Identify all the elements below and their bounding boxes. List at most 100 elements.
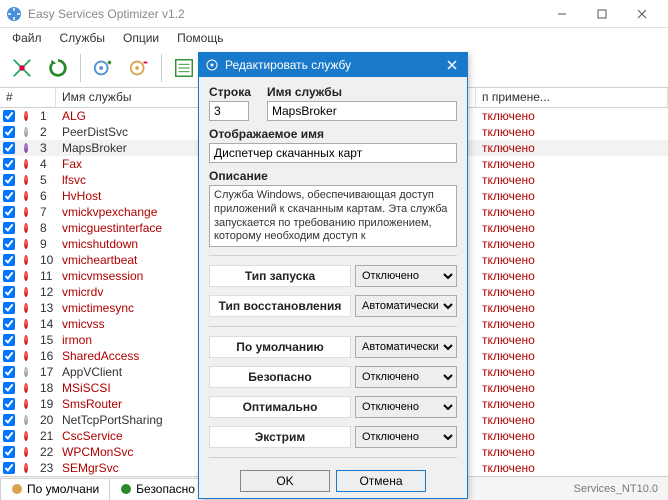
menu-file[interactable]: Файл: [4, 29, 50, 47]
status-text: тключено: [476, 221, 668, 235]
row-checkbox[interactable]: [0, 398, 18, 410]
status-text: тключено: [476, 461, 668, 475]
status-dot: [18, 463, 34, 473]
status-dot: [18, 223, 34, 233]
row-checkbox[interactable]: [0, 254, 18, 266]
col-apply[interactable]: п примене...: [476, 88, 668, 107]
gear-plus-button[interactable]: [87, 52, 119, 84]
ok-button[interactable]: OK: [240, 470, 330, 492]
status-text: тключено: [476, 205, 668, 219]
gear-minus-button[interactable]: [123, 52, 155, 84]
row-checkbox[interactable]: [0, 110, 18, 122]
status-dot: [18, 335, 34, 345]
row-number: 19: [34, 397, 56, 411]
select-extreme[interactable]: Отключено: [355, 426, 457, 448]
row-number: 12: [34, 285, 56, 299]
row-checkbox[interactable]: [0, 462, 18, 474]
status-dot: [18, 415, 34, 425]
tab-default[interactable]: По умолчани: [0, 478, 110, 500]
select-start-type[interactable]: Отключено: [355, 265, 457, 287]
row-number: 22: [34, 445, 56, 459]
input-description[interactable]: Служба Windows, обеспечивающая доступ пр…: [209, 185, 457, 247]
menubar: Файл Службы Опции Помощь: [0, 28, 668, 48]
status-text: тключено: [476, 413, 668, 427]
row-number: 23: [34, 461, 56, 475]
status-text: тключено: [476, 333, 668, 347]
dialog-close-button[interactable]: [443, 56, 461, 74]
row-number: 17: [34, 365, 56, 379]
row-checkbox[interactable]: [0, 142, 18, 154]
row-checkbox[interactable]: [0, 158, 18, 170]
label-description: Описание: [209, 169, 457, 183]
status-text: тключено: [476, 141, 668, 155]
row-checkbox[interactable]: [0, 334, 18, 346]
row-checkbox[interactable]: [0, 446, 18, 458]
row-checkbox[interactable]: [0, 238, 18, 250]
status-dot: [18, 207, 34, 217]
minimize-button[interactable]: [542, 3, 582, 25]
row-number: 15: [34, 333, 56, 347]
row-checkbox[interactable]: [0, 414, 18, 426]
input-display-name[interactable]: [209, 143, 457, 163]
select-safe[interactable]: Отключено: [355, 366, 457, 388]
row-number: 6: [34, 189, 56, 203]
row-number: 16: [34, 349, 56, 363]
status-dot: [18, 351, 34, 361]
label-extreme: Экстрим: [209, 426, 351, 448]
status-text: тключено: [476, 349, 668, 363]
separator: [209, 457, 457, 458]
row-checkbox[interactable]: [0, 222, 18, 234]
row-checkbox[interactable]: [0, 366, 18, 378]
row-checkbox[interactable]: [0, 430, 18, 442]
dialog-titlebar[interactable]: Редактировать службу: [199, 53, 467, 77]
tab-safe-icon: [120, 483, 132, 495]
select-default[interactable]: Автоматически: [355, 336, 457, 358]
row-checkbox[interactable]: [0, 190, 18, 202]
row-checkbox[interactable]: [0, 382, 18, 394]
status-text: тключено: [476, 397, 668, 411]
row-checkbox[interactable]: [0, 318, 18, 330]
row-number: 4: [34, 157, 56, 171]
input-service-name[interactable]: [267, 101, 457, 121]
row-checkbox[interactable]: [0, 350, 18, 362]
row-checkbox[interactable]: [0, 286, 18, 298]
window-title: Easy Services Optimizer v1.2: [28, 7, 542, 21]
input-row[interactable]: [209, 101, 249, 121]
status-text: тключено: [476, 317, 668, 331]
row-checkbox[interactable]: [0, 206, 18, 218]
status-dot: [18, 319, 34, 329]
list-button[interactable]: [168, 52, 200, 84]
status-text: тключено: [476, 237, 668, 251]
refresh-button[interactable]: [42, 52, 74, 84]
row-number: 3: [34, 141, 56, 155]
row-number: 11: [34, 269, 56, 283]
row-number: 20: [34, 413, 56, 427]
maximize-button[interactable]: [582, 3, 622, 25]
status-dot: [18, 143, 34, 153]
menu-services[interactable]: Службы: [52, 29, 113, 47]
tab-safe[interactable]: Безопасно: [109, 478, 206, 500]
cancel-button[interactable]: Отмена: [336, 470, 426, 492]
row-checkbox[interactable]: [0, 126, 18, 138]
row-number: 18: [34, 381, 56, 395]
menu-help[interactable]: Помощь: [169, 29, 231, 47]
status-dot: [18, 271, 34, 281]
label-service-name: Имя службы: [267, 85, 457, 99]
statusbar-right: Services_NT10.0: [574, 483, 658, 495]
label-display-name: Отображаемое имя: [209, 127, 457, 141]
status-dot: [18, 287, 34, 297]
select-optimal[interactable]: Отключено: [355, 396, 457, 418]
service-editor-button[interactable]: [6, 52, 38, 84]
dialog-title: Редактировать службу: [225, 58, 443, 72]
row-checkbox[interactable]: [0, 174, 18, 186]
toolbar-separator: [80, 54, 81, 82]
menu-options[interactable]: Опции: [115, 29, 167, 47]
status-dot: [18, 127, 34, 137]
row-checkbox[interactable]: [0, 270, 18, 282]
col-number[interactable]: #: [0, 88, 56, 107]
close-button[interactable]: [622, 3, 662, 25]
select-recovery[interactable]: Автоматически: [355, 295, 457, 317]
row-checkbox[interactable]: [0, 302, 18, 314]
status-text: тключено: [476, 253, 668, 267]
row-number: 2: [34, 125, 56, 139]
